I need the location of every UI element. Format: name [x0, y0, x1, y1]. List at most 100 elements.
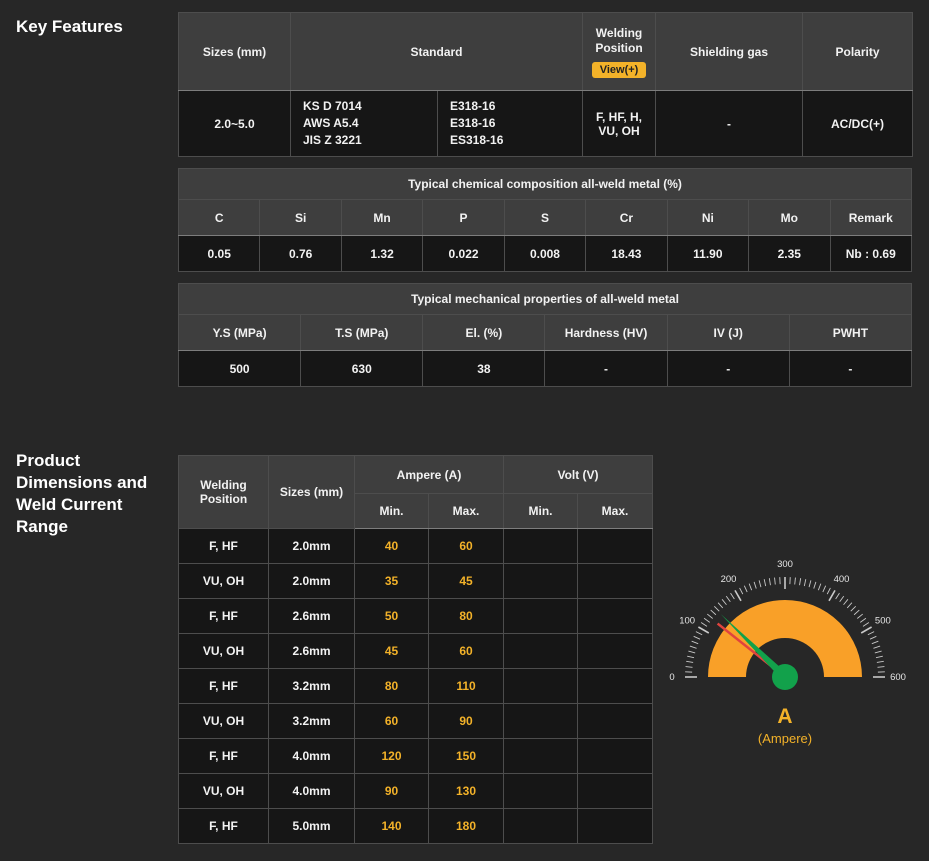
current-amp-max-cell: 150: [429, 739, 504, 774]
mechanical-value-cell: -: [545, 351, 667, 387]
current-size-cell: 3.2mm: [269, 669, 355, 704]
chemical-table-body: 0.050.761.320.0220.00818.4311.902.35Nb :…: [179, 236, 912, 272]
current-volt-min-cell: [504, 529, 578, 564]
gauge-tick-label: 400: [834, 574, 850, 585]
chemical-table-title-row: Typical chemical composition all-weld me…: [179, 169, 912, 200]
current-volt-max-cell: [578, 704, 653, 739]
spec-header-shielding-gas: Shielding gas: [656, 13, 803, 91]
chemical-column-header: Cr: [586, 200, 667, 236]
gauge-tick: [829, 590, 835, 600]
gauge-tick: [688, 651, 695, 653]
mechanical-value-cell: -: [667, 351, 789, 387]
current-table-row: VU, OH2.0mm3545: [179, 564, 653, 599]
gauge-tick: [844, 599, 848, 604]
spec-header-standard: Standard: [291, 13, 583, 91]
current-amp-max-cell: 80: [429, 599, 504, 634]
gauge-tick: [840, 596, 844, 602]
current-volt-min-cell: [504, 634, 578, 669]
current-position-cell: F, HF: [179, 739, 269, 774]
current-position-cell: VU, OH: [179, 564, 269, 599]
current-size-cell: 4.0mm: [269, 774, 355, 809]
gauge-tick: [759, 580, 761, 587]
gauge-tick: [875, 651, 882, 653]
chemical-value-cell: 18.43: [586, 236, 667, 272]
spec-sizes-value: 2.0~5.0: [179, 91, 291, 157]
gauge-tick: [698, 627, 708, 633]
current-table-row: F, HF5.0mm140180: [179, 809, 653, 844]
spec-standard-codes-line: KS D 7014: [303, 98, 432, 115]
product-dimensions-title: Product Dimensions and Weld Current Rang…: [16, 450, 168, 538]
current-amp-min-cell: 80: [355, 669, 429, 704]
gauge-tick: [872, 641, 879, 644]
gauge-hub: [772, 664, 798, 690]
current-size-cell: 2.6mm: [269, 599, 355, 634]
mechanical-value-cell: -: [789, 351, 911, 387]
current-table-body: F, HF2.0mm4060VU, OH2.0mm3545 F, HF 2.6mm5…: [179, 529, 653, 844]
current-range-table: Welding Position Sizes (mm) Ampere (A) V…: [178, 455, 653, 844]
mechanical-column-header: El. (%): [423, 315, 545, 351]
current-amp-min-cell: 60: [355, 704, 429, 739]
spec-shielding-gas-value: -: [656, 91, 803, 157]
current-size-cell: 2.0mm: [269, 529, 355, 564]
current-volt-max-cell: [578, 529, 653, 564]
chemical-value-cell: Nb : 0.69: [830, 236, 912, 272]
gauge-tick: [804, 579, 805, 586]
current-amp-min-cell: 50: [355, 599, 429, 634]
spec-header-welding-position: Welding Position View(+): [583, 13, 656, 91]
current-size-cell: 2.0mm: [269, 564, 355, 599]
current-volt-min-cell: [504, 704, 578, 739]
spec-table: Sizes (mm) Standard Welding Position Vie…: [178, 12, 913, 157]
spec-standard-grades-line: E318-16: [450, 115, 577, 132]
chemical-value-cell: 0.76: [260, 236, 341, 272]
current-size-cell: 3.2mm: [269, 704, 355, 739]
current-amp-max-cell: 180: [429, 809, 504, 844]
gauge-tick: [718, 603, 723, 608]
current-amp-max-cell: 110: [429, 669, 504, 704]
current-table-row: F, HF4.0mm120150: [179, 739, 653, 774]
current-table-row: F, HF3.2mm80110: [179, 669, 653, 704]
gauge-tick: [769, 578, 770, 585]
current-volt-max-cell: [578, 599, 653, 634]
mechanical-table-title-row: Typical mechanical properties of all-wel…: [179, 284, 912, 315]
gauge-tick-label: 200: [721, 574, 737, 585]
gauge-tick: [731, 593, 735, 599]
current-position-cell: F, HF: [179, 809, 269, 844]
view-plus-button[interactable]: View(+): [592, 62, 647, 78]
spec-polarity-value: AC/DC(+): [803, 91, 913, 157]
mechanical-value-cell: 630: [301, 351, 423, 387]
current-table-row: F, HF2.0mm4060: [179, 529, 653, 564]
current-volt-min-cell: [504, 564, 578, 599]
chemical-column-header: S: [504, 200, 585, 236]
current-volt-max-cell: [578, 634, 653, 669]
mechanical-value-cell: 500: [179, 351, 301, 387]
gauge-tick: [854, 610, 859, 615]
mechanical-properties-table: Typical mechanical properties of all-wel…: [178, 283, 912, 387]
chemical-table-head: Typical chemical composition all-weld me…: [179, 169, 912, 236]
spec-standard-grades-line: ES318-16: [450, 132, 577, 149]
spec-welding-position-value: F, HF, H, VU, OH: [583, 91, 656, 157]
gauge-tick: [722, 599, 726, 604]
key-features-title: Key Features: [16, 16, 123, 38]
gauge-tick: [735, 590, 741, 600]
gauge-tick: [711, 610, 716, 615]
current-amp-min-cell: 90: [355, 774, 429, 809]
gauge-tick: [814, 582, 816, 589]
chemical-value-cell: 0.05: [179, 236, 260, 272]
gauge-tick: [701, 623, 707, 627]
gauge-tick-label: 300: [777, 559, 793, 570]
chemical-value-cell: 0.008: [504, 236, 585, 272]
gauge-tick: [857, 614, 862, 618]
gauge-tick: [740, 588, 743, 594]
gauge-tick: [861, 627, 871, 633]
current-header-volt-max: Max.: [578, 494, 653, 529]
current-volt-max-cell: [578, 564, 653, 599]
spec-standard-grades: E318-16E318-16ES318-16: [438, 91, 583, 157]
gauge-tick: [868, 632, 874, 635]
gauge-unit-symbol: A: [655, 705, 915, 729]
current-amp-max-cell: 90: [429, 704, 504, 739]
current-table-row: VU, OH3.2mm6090: [179, 704, 653, 739]
current-table-row: VU, OH2.6mm4560: [179, 634, 653, 669]
welding-position-header-label: Welding Position: [588, 26, 650, 56]
gauge-tick: [726, 596, 730, 602]
current-size-cell: 2.6mm: [269, 634, 355, 669]
